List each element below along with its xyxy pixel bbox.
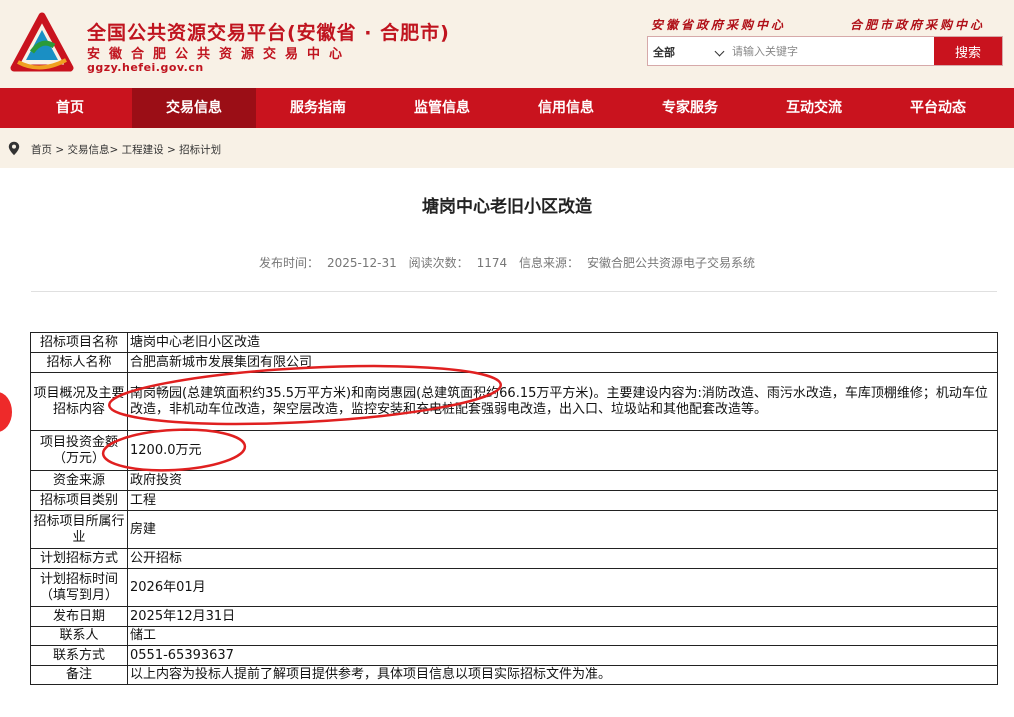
table-value: 2025年12月31日 (127, 606, 998, 627)
table-row: 招标人名称 合肥高新城市发展集团有限公司 (30, 352, 998, 373)
table-value: 公开招标 (127, 548, 998, 569)
views-label: 阅读次数： (408, 256, 469, 270)
table-key: 备注 (30, 665, 128, 685)
site-title: 全国公共资源交易平台(安徽省 · 合肥市) (87, 22, 450, 44)
table-key: 计划招标方式 (30, 548, 128, 569)
site-logo-icon[interactable] (10, 12, 74, 76)
source-label: 信息来源： (518, 256, 579, 270)
site-header: 全国公共资源交易平台(安徽省 · 合肥市) 安徽合肥公共资源交易中心 ggzy.… (0, 0, 1014, 88)
nav-item-trading-info[interactable]: 交易信息 (132, 88, 256, 128)
table-value: 1200.0万元 (127, 430, 998, 471)
nav-item-home[interactable]: 首页 (8, 88, 132, 128)
chevron-down-icon (714, 46, 725, 57)
table-value: 政府投资 (127, 470, 998, 491)
location-pin-icon (8, 141, 20, 156)
table-row: 计划招标时间（填写到月） 2026年01月 (30, 568, 998, 607)
search-button[interactable]: 搜索 (934, 37, 1002, 65)
table-key: 发布日期 (30, 606, 128, 627)
top-link-province[interactable]: 安徽省政府采购中心 (651, 16, 786, 33)
table-row: 发布日期 2025年12月31日 (30, 606, 998, 627)
table-row: 联系方式 0551-65393637 (30, 645, 998, 666)
table-value: 储工 (127, 626, 998, 646)
search-input[interactable] (732, 40, 932, 62)
table-value: 房建 (127, 510, 998, 549)
source-value: 安徽合肥公共资源电子交易系统 (586, 256, 755, 270)
table-value: 合肥高新城市发展集团有限公司 (127, 352, 998, 373)
table-key: 项目概况及主要招标内容 (30, 372, 128, 431)
main-nav: 首页 交易信息 服务指南 监管信息 信用信息 专家服务 互动交流 平台动态 (0, 88, 1014, 128)
search-category-select[interactable]: 全部 (648, 37, 730, 65)
table-row: 项目投资金额（万元） 1200.0万元 (30, 430, 998, 471)
table-key: 招标项目所属行业 (30, 510, 128, 549)
nav-item-news[interactable]: 平台动态 (876, 88, 1000, 128)
annotation-marker (0, 392, 12, 432)
nav-item-supervision[interactable]: 监管信息 (380, 88, 504, 128)
table-value: 2026年01月 (127, 568, 998, 607)
divider (31, 291, 997, 292)
site-subtitle: 安徽合肥公共资源交易中心 (87, 47, 352, 62)
breadcrumb[interactable]: 首页 > 交易信息> 工程建设 > 招标计划 (31, 142, 221, 157)
views-count: 1174 (476, 256, 508, 270)
search-box: 全部 搜索 (647, 36, 1003, 66)
table-row: 招标项目名称 塘岗中心老旧小区改造 (30, 332, 998, 353)
table-row: 备注 以上内容为投标人提前了解项目提供参考，具体项目信息以项目实际招标文件为准。 (30, 665, 998, 685)
publish-date: 2025-12-31 (327, 256, 397, 270)
table-key: 招标项目名称 (30, 332, 128, 353)
table-row: 计划招标方式 公开招标 (30, 548, 998, 569)
table-row: 招标项目类别 工程 (30, 490, 998, 511)
nav-item-expert[interactable]: 专家服务 (628, 88, 752, 128)
nav-item-credit[interactable]: 信用信息 (504, 88, 628, 128)
table-value: 塘岗中心老旧小区改造 (127, 332, 998, 353)
search-category-value: 全部 (653, 46, 675, 59)
article-meta: 发布时间： 2025-12-31 阅读次数： 1174 信息来源： 安徽合肥公共资源电… (0, 254, 1014, 271)
table-value: 0551-65393637 (127, 645, 998, 666)
publish-label: 发布时间： (258, 256, 319, 270)
nav-item-interaction[interactable]: 互动交流 (752, 88, 876, 128)
table-key: 资金来源 (30, 470, 128, 491)
table-key: 联系人 (30, 626, 128, 646)
table-row: 招标项目所属行业 房建 (30, 510, 998, 549)
table-key: 计划招标时间（填写到月） (30, 568, 128, 607)
table-value: 南岗畅园(总建筑面积约35.5万平方米)和南岗惠园(总建筑面积约66.15万平方… (127, 372, 998, 431)
nav-item-service-guide[interactable]: 服务指南 (256, 88, 380, 128)
table-value: 以上内容为投标人提前了解项目提供参考，具体项目信息以项目实际招标文件为准。 (127, 665, 998, 685)
breadcrumb-bar: 首页 > 交易信息> 工程建设 > 招标计划 (0, 128, 1014, 168)
table-row: 资金来源 政府投资 (30, 470, 998, 491)
table-key: 招标人名称 (30, 352, 128, 373)
table-key: 招标项目类别 (30, 490, 128, 511)
table-key: 项目投资金额（万元） (30, 430, 128, 471)
table-value: 工程 (127, 490, 998, 511)
table-row: 联系人 储工 (30, 626, 998, 646)
page-title: 塘岗中心老旧小区改造 (422, 197, 592, 217)
top-link-city[interactable]: 合肥市政府采购中心 (850, 16, 985, 33)
table-row: 项目概况及主要招标内容 南岗畅园(总建筑面积约35.5万平方米)和南岗惠园(总建筑… (30, 372, 998, 431)
table-key: 联系方式 (30, 645, 128, 666)
site-url: ggzy.hefei.gov.cn (87, 61, 204, 74)
project-info-table: 招标项目名称 塘岗中心老旧小区改造 招标人名称 合肥高新城市发展集团有限公司 项目概… (30, 332, 998, 685)
